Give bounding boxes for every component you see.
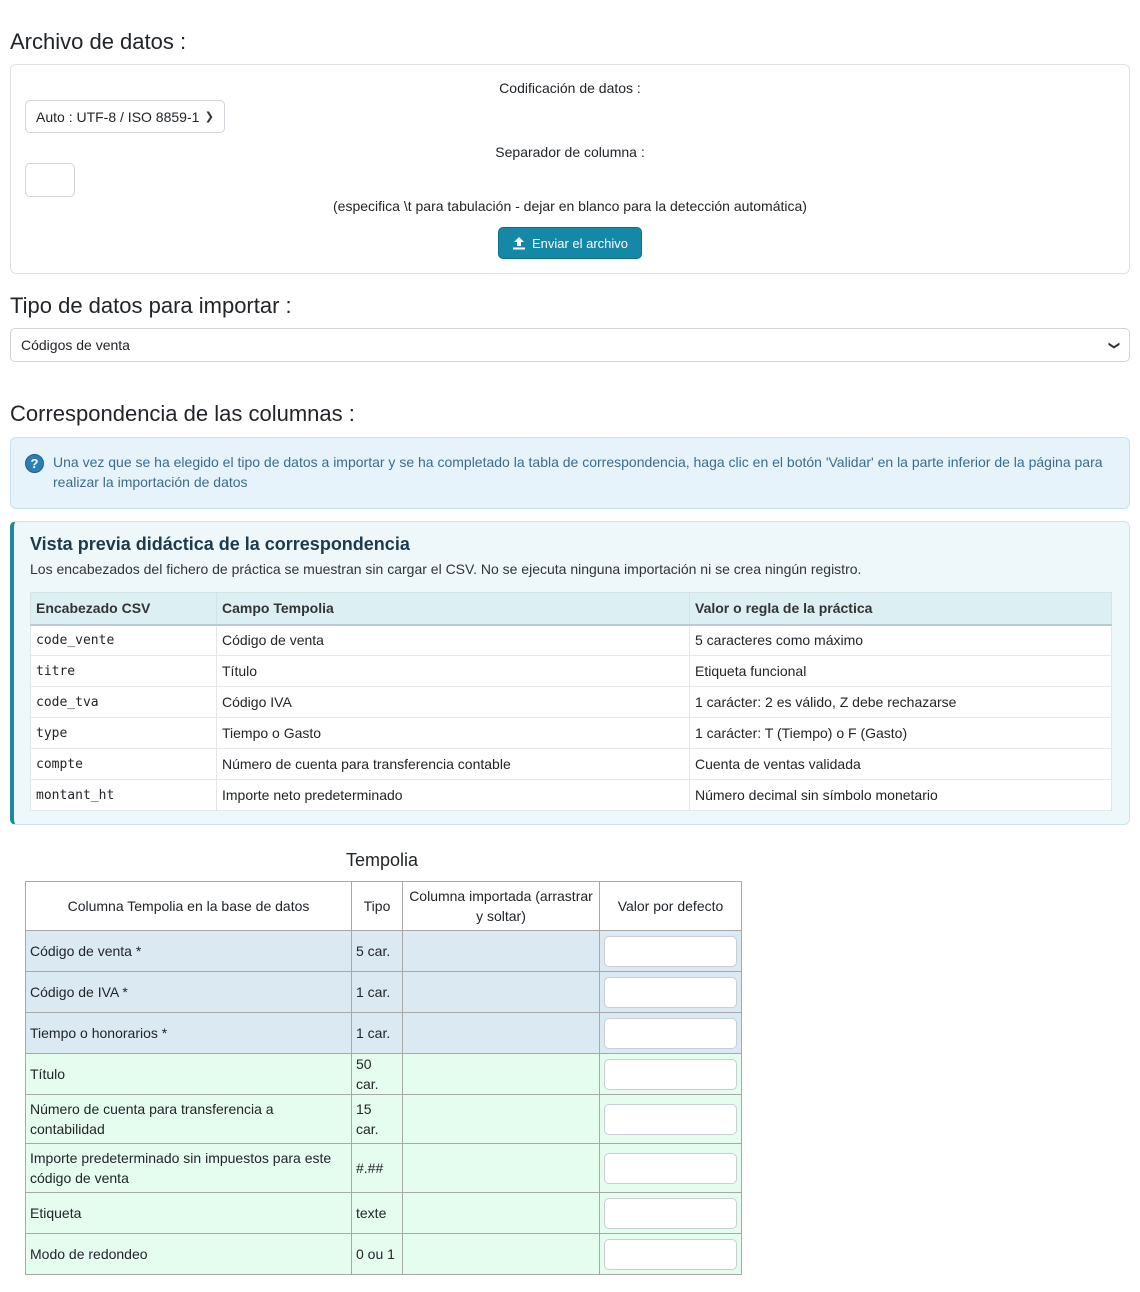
csv-header-cell: montant_ht bbox=[30, 779, 217, 811]
rule-cell: 5 caracteres como máximo bbox=[689, 624, 1112, 656]
table-row: Etiqueta texte bbox=[25, 1192, 742, 1234]
table-row: compte Número de cuenta para transferenc… bbox=[30, 748, 1112, 780]
preview-header: Valor o regla de la práctica bbox=[689, 592, 1112, 626]
upload-button-label: Enviar el archivo bbox=[531, 235, 629, 251]
column-type: 50 car. bbox=[351, 1053, 403, 1095]
drop-zone[interactable] bbox=[402, 1053, 600, 1095]
tempolia-field-cell: Número de cuenta para transferencia cont… bbox=[216, 748, 690, 780]
column-type: #.## bbox=[351, 1143, 403, 1193]
column-label: Título bbox=[25, 1053, 352, 1095]
table-row: Importe predeterminado sin impuestos par… bbox=[25, 1143, 742, 1193]
encoding-value: Auto : UTF-8 / ISO 8859-1 bbox=[36, 108, 200, 125]
drop-zone[interactable] bbox=[402, 1012, 600, 1054]
tipo-title: Tipo de datos para importar : bbox=[10, 293, 292, 318]
info-text: Una vez que se ha elegido el tipo de dat… bbox=[53, 454, 1103, 490]
drop-zone[interactable] bbox=[402, 1094, 600, 1144]
column-type: 0 ou 1 bbox=[351, 1233, 403, 1275]
separator-label: Separador de columna : bbox=[495, 144, 645, 160]
mapping-table: Columna Tempolia en la base de datos Tip… bbox=[25, 881, 742, 1275]
default-value-input[interactable] bbox=[604, 1058, 737, 1090]
data-type-select[interactable]: Códigos de venta ❯ bbox=[10, 328, 1130, 362]
table-row: Título 50 car. bbox=[25, 1053, 742, 1095]
rule-cell: 1 carácter: 2 es válido, Z debe rechazar… bbox=[689, 686, 1112, 718]
column-label: Importe predeterminado sin impuestos par… bbox=[25, 1143, 352, 1193]
archivo-card: Codificación de datos : Auto : UTF-8 / I… bbox=[10, 64, 1130, 274]
drop-zone[interactable] bbox=[402, 1143, 600, 1193]
default-value-input[interactable] bbox=[604, 976, 737, 1008]
table-row: montant_ht Importe neto predeterminado N… bbox=[30, 779, 1112, 811]
chevron-down-icon: ❯ bbox=[1107, 340, 1120, 350]
tempolia-field-cell: Importe neto predeterminado bbox=[216, 779, 690, 811]
preview-subtitle: Los encabezados del fichero de práctica … bbox=[30, 561, 862, 577]
encoding-label: Codificación de datos : bbox=[499, 80, 641, 96]
column-type: 1 car. bbox=[351, 971, 403, 1013]
column-label: Código de IVA * bbox=[25, 971, 352, 1013]
mapping-header: Tipo bbox=[351, 881, 403, 931]
mapping-header: Valor por defecto bbox=[599, 881, 742, 931]
table-row: titre Título Etiqueta funcional bbox=[30, 655, 1112, 687]
csv-header-cell: code_tva bbox=[30, 686, 217, 718]
mapping-title: Tempolia bbox=[346, 850, 419, 870]
default-value-input[interactable] bbox=[604, 1238, 737, 1270]
rule-cell: 1 carácter: T (Tiempo) o F (Gasto) bbox=[689, 717, 1112, 749]
table-row: type Tiempo o Gasto 1 carácter: T (Tiemp… bbox=[30, 717, 1112, 749]
drop-zone[interactable] bbox=[402, 1233, 600, 1275]
preview-header: Campo Tempolia bbox=[216, 592, 690, 626]
upload-file-button[interactable]: Enviar el archivo bbox=[498, 227, 642, 259]
rule-cell: Etiqueta funcional bbox=[689, 655, 1112, 687]
preview-header: Encabezado CSV bbox=[30, 592, 217, 626]
tempolia-field-cell: Código IVA bbox=[216, 686, 690, 718]
default-value-input[interactable] bbox=[604, 935, 737, 967]
preview-card: Vista previa didáctica de la corresponde… bbox=[10, 521, 1130, 825]
drop-zone[interactable] bbox=[402, 971, 600, 1013]
column-type: 1 car. bbox=[351, 1012, 403, 1054]
correspondencia-title: Correspondencia de las columnas : bbox=[10, 401, 355, 426]
column-type: 15 car. bbox=[351, 1094, 403, 1144]
upload-icon bbox=[512, 237, 525, 250]
rule-cell: Número decimal sin símbolo monetario bbox=[689, 779, 1112, 811]
tempolia-field-cell: Código de venta bbox=[216, 624, 690, 656]
separator-input[interactable] bbox=[25, 163, 75, 197]
default-value-input[interactable] bbox=[604, 1103, 737, 1135]
column-label: Modo de redondeo bbox=[25, 1233, 352, 1275]
info-alert: ? Una vez que se ha elegido el tipo de d… bbox=[10, 437, 1130, 509]
csv-header-cell: type bbox=[30, 717, 217, 749]
default-value-input[interactable] bbox=[604, 1197, 737, 1229]
column-label: Etiqueta bbox=[25, 1192, 352, 1234]
default-value-input[interactable] bbox=[604, 1152, 737, 1184]
table-row: Código de venta * 5 car. bbox=[25, 930, 742, 972]
column-type: texte bbox=[351, 1192, 403, 1234]
data-type-value: Códigos de venta bbox=[21, 337, 130, 353]
drop-zone[interactable] bbox=[402, 1192, 600, 1234]
rule-cell: Cuenta de ventas validada bbox=[689, 748, 1112, 780]
default-value-input[interactable] bbox=[604, 1017, 737, 1049]
mapping-header: Columna importada (arrastrar y soltar) bbox=[402, 881, 600, 931]
archivo-title: Archivo de datos : bbox=[10, 29, 187, 54]
csv-header-cell: compte bbox=[30, 748, 217, 780]
separator-hint: (especifica \t para tabulación - dejar e… bbox=[333, 198, 807, 214]
help-icon: ? bbox=[25, 454, 44, 473]
preview-table: Encabezado CSV Campo Tempolia Valor o re… bbox=[30, 592, 1112, 811]
mapping-header: Columna Tempolia en la base de datos bbox=[25, 881, 352, 931]
column-label: Tiempo o honorarios * bbox=[25, 1012, 352, 1054]
chevron-down-icon: ❯ bbox=[204, 111, 214, 123]
table-row: Modo de redondeo 0 ou 1 bbox=[25, 1233, 742, 1275]
csv-header-cell: code_vente bbox=[30, 624, 217, 656]
table-row: code_vente Código de venta 5 caracteres … bbox=[30, 624, 1112, 656]
tempolia-field-cell: Tiempo o Gasto bbox=[216, 717, 690, 749]
tempolia-field-cell: Título bbox=[216, 655, 690, 687]
column-label: Número de cuenta para transferencia a co… bbox=[25, 1094, 352, 1144]
preview-title: Vista previa didáctica de la corresponde… bbox=[30, 534, 410, 554]
encoding-select[interactable]: Auto : UTF-8 / ISO 8859-1 ❯ bbox=[25, 100, 225, 133]
column-type: 5 car. bbox=[351, 930, 403, 972]
column-label: Código de venta * bbox=[25, 930, 352, 972]
drop-zone[interactable] bbox=[402, 930, 600, 972]
csv-header-cell: titre bbox=[30, 655, 217, 687]
table-row: code_tva Código IVA 1 carácter: 2 es vál… bbox=[30, 686, 1112, 718]
table-row: Código de IVA * 1 car. bbox=[25, 971, 742, 1013]
table-row: Tiempo o honorarios * 1 car. bbox=[25, 1012, 742, 1054]
table-row: Número de cuenta para transferencia a co… bbox=[25, 1094, 742, 1144]
